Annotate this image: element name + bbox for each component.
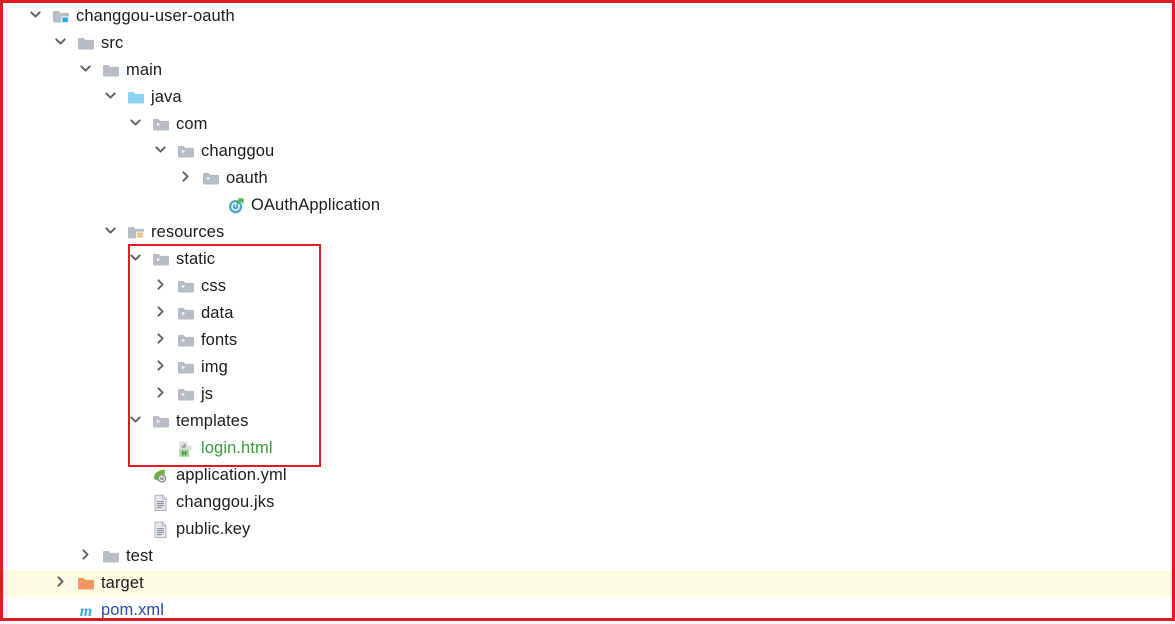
folder-orange-icon	[76, 574, 95, 593]
chevron-down-icon[interactable]	[129, 413, 146, 430]
tree-row-static[interactable]: static	[3, 246, 1172, 273]
package-folder-icon	[176, 304, 195, 323]
chevron-right-icon[interactable]	[154, 359, 171, 376]
tree-label-test: test	[126, 547, 153, 565]
tree-label-login.html: login.html	[201, 439, 273, 457]
chevron-right-icon[interactable]	[154, 278, 171, 295]
spring-yaml-icon	[151, 466, 170, 485]
package-folder-icon	[176, 385, 195, 404]
package-folder-icon	[201, 169, 220, 188]
tree-row-fonts[interactable]: fonts	[3, 327, 1172, 354]
tree-row-changgou[interactable]: changgou	[3, 138, 1172, 165]
generic-file-icon	[151, 493, 170, 512]
tree-row-OAuthApplication[interactable]: OAuthApplication	[3, 192, 1172, 219]
tree-row-css[interactable]: css	[3, 273, 1172, 300]
svg-text:m: m	[79, 603, 91, 620]
html-file-icon: H	[176, 439, 195, 458]
tree-row-changgou-user-oauth[interactable]: changgou-user-oauth	[3, 3, 1172, 30]
package-folder-icon	[176, 142, 195, 161]
maven-pom-icon: m	[76, 601, 95, 620]
folder-source-blue-icon	[126, 88, 145, 107]
tree-label-fonts: fonts	[201, 331, 238, 349]
spring-boot-class-icon	[226, 196, 245, 215]
chevron-right-icon[interactable]	[154, 386, 171, 403]
tree-row-target[interactable]: target	[3, 570, 1172, 597]
tree-row-src[interactable]: src	[3, 30, 1172, 57]
chevron-down-icon[interactable]	[104, 89, 121, 106]
chevron-right-icon[interactable]	[154, 305, 171, 322]
svg-text:H: H	[182, 450, 187, 457]
tree-label-css: css	[201, 277, 227, 295]
tree-label-img: img	[201, 358, 228, 376]
tree-row-img[interactable]: img	[3, 354, 1172, 381]
tree-row-test[interactable]: test	[3, 543, 1172, 570]
tree-label-target: target	[101, 574, 144, 592]
chevron-right-icon[interactable]	[154, 332, 171, 349]
tree-label-changgou.jks: changgou.jks	[176, 493, 275, 511]
package-folder-icon	[151, 115, 170, 134]
tree-row-com[interactable]: com	[3, 111, 1172, 138]
tree-label-data: data	[201, 304, 234, 322]
tree-row-java[interactable]: java	[3, 84, 1172, 111]
tree-label-changgou: changgou	[201, 142, 275, 160]
package-folder-icon	[176, 277, 195, 296]
project-file-tree[interactable]: changgou-user-oauth src main java com changgo…	[3, 3, 1172, 620]
chevron-right-icon[interactable]	[79, 548, 96, 565]
package-folder-icon	[151, 412, 170, 431]
tree-label-oauth: oauth	[226, 169, 268, 187]
tree-label-js: js	[201, 385, 214, 403]
chevron-down-icon[interactable]	[129, 116, 146, 133]
tree-label-java: java	[151, 88, 182, 106]
chevron-right-icon[interactable]	[54, 575, 71, 592]
folder-gray-icon	[76, 34, 95, 53]
tree-row-public.key[interactable]: public.key	[3, 516, 1172, 543]
tree-label-src: src	[101, 34, 124, 52]
tree-label-pom.xml: pom.xml	[101, 601, 165, 619]
project-tree-window: changgou-user-oauth src main java com changgo…	[0, 0, 1175, 621]
chevron-down-icon[interactable]	[104, 224, 121, 241]
tree-label-com: com	[176, 115, 208, 133]
resources-folder-icon	[126, 223, 145, 242]
tree-label-OAuthApplication: OAuthApplication	[251, 196, 381, 214]
chevron-down-icon[interactable]	[29, 8, 46, 25]
module-folder-icon	[51, 7, 70, 26]
chevron-right-icon[interactable]	[179, 170, 196, 187]
tree-label-resources: resources	[151, 223, 225, 241]
tree-label-templates: templates	[176, 412, 249, 430]
tree-label-changgou-user-oauth: changgou-user-oauth	[76, 7, 235, 25]
chevron-down-icon[interactable]	[54, 35, 71, 52]
package-folder-icon	[176, 358, 195, 377]
tree-row-application.yml[interactable]: application.yml	[3, 462, 1172, 489]
tree-row-pom.xml[interactable]: m pom.xml	[3, 597, 1172, 624]
chevron-down-icon[interactable]	[129, 251, 146, 268]
chevron-down-icon[interactable]	[79, 62, 96, 79]
folder-gray-icon	[101, 61, 120, 80]
tree-label-application.yml: application.yml	[176, 466, 287, 484]
generic-file-icon	[151, 520, 170, 539]
tree-label-main: main	[126, 61, 163, 79]
tree-row-resources[interactable]: resources	[3, 219, 1172, 246]
chevron-down-icon[interactable]	[154, 143, 171, 160]
tree-row-data[interactable]: data	[3, 300, 1172, 327]
tree-row-oauth[interactable]: oauth	[3, 165, 1172, 192]
tree-label-public.key: public.key	[176, 520, 251, 538]
tree-row-js[interactable]: js	[3, 381, 1172, 408]
package-folder-icon	[151, 250, 170, 269]
tree-label-static: static	[176, 250, 216, 268]
tree-row-login.html[interactable]: Hlogin.html	[3, 435, 1172, 462]
folder-gray-icon	[101, 547, 120, 566]
package-folder-icon	[176, 331, 195, 350]
tree-row-main[interactable]: main	[3, 57, 1172, 84]
tree-row-templates[interactable]: templates	[3, 408, 1172, 435]
tree-row-changgou.jks[interactable]: changgou.jks	[3, 489, 1172, 516]
